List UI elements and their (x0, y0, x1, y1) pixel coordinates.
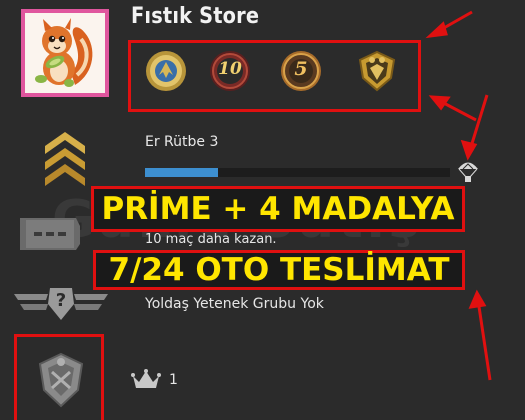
wins-needed-text: 10 maç daha kazan. (145, 232, 277, 247)
promo-banner-delivery: 7/24 OTO TESLİMAT (93, 250, 465, 290)
unranked-placeholder-icon (16, 214, 90, 258)
skill-group-text: Yoldaş Yetenek Grubu Yok (145, 296, 324, 312)
supply-drop-parachute-icon[interactable] (456, 158, 480, 188)
unknown-skill-group-icon: ? (12, 286, 110, 326)
xp-progress-fill (145, 168, 219, 177)
promo-banner-prime: PRİME + 4 MADALYA (91, 186, 465, 232)
service-medal-emblem-icon[interactable] (36, 352, 86, 412)
rank-label: Er Rütbe 3 (145, 134, 219, 150)
crown-count: 1 (169, 372, 178, 388)
rank-chevron-icon (42, 128, 88, 192)
xp-progress-bar (145, 168, 450, 177)
crown-icon (131, 368, 161, 396)
unknown-skill-group-mark: ? (55, 290, 67, 311)
